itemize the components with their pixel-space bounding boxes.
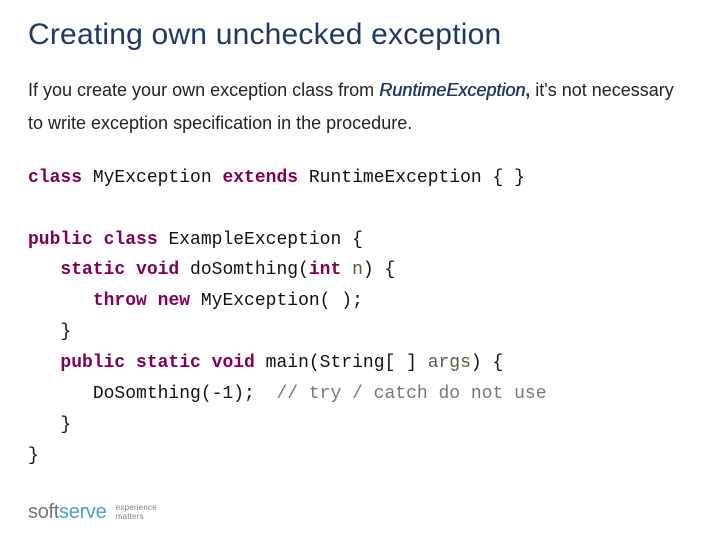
code-text: ) { xyxy=(471,353,503,373)
code-text: ) { xyxy=(363,260,395,280)
code-text: } xyxy=(60,322,71,342)
code-text: ExampleException { xyxy=(158,230,363,250)
footer-logo: softserve experience matters xyxy=(28,501,157,524)
slide: Creating own unchecked exception If you … xyxy=(0,0,720,540)
code-text: doSomthing( xyxy=(179,260,309,280)
code-text: DoSomthing(-1); xyxy=(93,384,277,404)
logo-tagline: experience matters xyxy=(116,504,157,521)
logo-part-a: soft xyxy=(28,501,59,523)
kw-static: static xyxy=(136,353,201,373)
code-text: } xyxy=(28,446,39,466)
code-indent xyxy=(28,353,60,373)
kw-void: void xyxy=(136,260,179,280)
code-indent xyxy=(28,322,60,342)
code-indent xyxy=(28,291,93,311)
code-text xyxy=(341,260,352,280)
intro-before: If you create your own exception class f… xyxy=(28,80,379,100)
code-comment: // try / catch do not use xyxy=(276,384,546,404)
code-text xyxy=(125,353,136,373)
kw-public: public xyxy=(60,353,125,373)
code-indent xyxy=(28,415,60,435)
kw-class: class xyxy=(104,230,158,250)
code-text: RuntimeException { } xyxy=(298,168,525,188)
kw-void: void xyxy=(212,353,255,373)
code-arg: args xyxy=(428,353,471,373)
page-title: Creating own unchecked exception xyxy=(28,18,692,52)
intro-paragraph: If you create your own exception class f… xyxy=(28,74,692,141)
logo-tag-line2: matters xyxy=(116,512,144,521)
code-text: MyException xyxy=(82,168,222,188)
code-block: class MyException extends RuntimeExcepti… xyxy=(28,163,692,473)
logo-part-b: serve xyxy=(59,501,106,523)
code-arg: n xyxy=(352,260,363,280)
code-text xyxy=(93,230,104,250)
code-text: main(String[ ] xyxy=(255,353,428,373)
code-text xyxy=(125,260,136,280)
kw-class: class xyxy=(28,168,82,188)
intro-runtime-exception: RuntimeException xyxy=(379,80,525,100)
kw-throw: throw xyxy=(93,291,147,311)
code-indent xyxy=(28,260,60,280)
kw-extends: extends xyxy=(222,168,298,188)
kw-public: public xyxy=(28,230,93,250)
kw-static: static xyxy=(60,260,125,280)
code-text xyxy=(147,291,158,311)
code-indent xyxy=(28,384,93,404)
code-text: } xyxy=(60,415,71,435)
code-text: MyException( ); xyxy=(190,291,363,311)
code-text xyxy=(201,353,212,373)
kw-new: new xyxy=(158,291,190,311)
kw-int: int xyxy=(309,260,341,280)
